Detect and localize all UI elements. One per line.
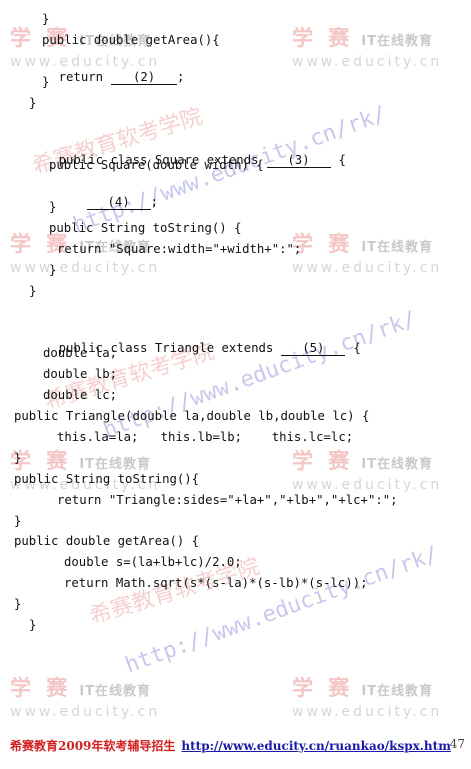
code-text: { <box>353 341 361 355</box>
code-line: } <box>14 451 22 465</box>
watermark-url: www.educity.cn <box>292 477 443 493</box>
code-line: } <box>14 597 22 611</box>
code-line: } <box>42 75 50 89</box>
page-footer: 希赛教育2009年软考辅导招生 http://www.educity.cn/rua… <box>10 737 465 757</box>
code-line: return "Square:width="+width+":"; <box>57 242 302 256</box>
blank-3: (3) <box>266 153 331 168</box>
code-line: } <box>14 514 22 528</box>
code-line: return Math.sqrt(s*(s-la)*(s-lb)*(s-lc))… <box>64 576 368 590</box>
watermark-logo: 学 赛 IT在线教育 <box>10 676 152 700</box>
code-line: public Square(double width) { <box>49 158 264 172</box>
watermark-url: www.educity.cn <box>292 54 443 70</box>
code-line: public double getArea() { <box>14 534 200 548</box>
code-text: return <box>58 70 104 84</box>
watermark-url: www.educity.cn <box>10 704 161 720</box>
watermark-logo: 学 赛 IT在线教育 <box>292 232 434 256</box>
code-line: public double getArea(){ <box>42 33 220 47</box>
footer-link[interactable]: http://www.educity.cn/ruankao/kspx.htm <box>181 739 450 753</box>
code-line: double lc; <box>43 388 118 402</box>
code-text: { <box>338 153 346 167</box>
code-line: public Triangle(double la,double lb,doub… <box>14 409 370 423</box>
blank-2: (2) <box>111 70 178 85</box>
code-line: } <box>29 618 37 632</box>
code-text: ; <box>177 70 185 84</box>
blank-4: (4) <box>86 195 151 210</box>
code-line: } <box>29 96 37 110</box>
watermark-logo: 学 赛 IT在线教育 <box>292 26 434 50</box>
watermark-logo: 学 赛 IT在线教育 <box>292 449 434 473</box>
blank-5: (5) <box>281 341 346 356</box>
code-line: this.la=la; this.lb=lb; this.lc=lc; <box>57 430 354 444</box>
code-line: (4); <box>57 178 158 226</box>
code-line: return (2); <box>29 53 184 101</box>
code-line: } <box>29 284 37 298</box>
watermark-logo: 学 赛 IT在线教育 <box>292 676 434 700</box>
code-line: double la; <box>43 346 118 360</box>
code-line: } <box>42 12 50 26</box>
code-line: double s=(la+lb+lc)/2.0; <box>64 555 242 569</box>
code-line: public String toString() { <box>49 221 242 235</box>
page-number: 47 <box>449 737 465 751</box>
watermark-url: www.educity.cn <box>292 704 443 720</box>
watermark-url: www.educity.cn <box>292 260 443 276</box>
code-text: ; <box>150 195 159 209</box>
code-line: return "Triangle:sides="+la+","+lb+","+l… <box>57 493 398 507</box>
watermark-url: www.educity.cn <box>10 260 161 276</box>
footer-ad-text: 希赛教育2009年软考辅导招生 <box>10 739 176 753</box>
code-line: } <box>49 200 57 214</box>
code-line: public String toString(){ <box>14 472 200 486</box>
code-line: double lb; <box>43 367 118 381</box>
code-line: } <box>49 263 57 277</box>
